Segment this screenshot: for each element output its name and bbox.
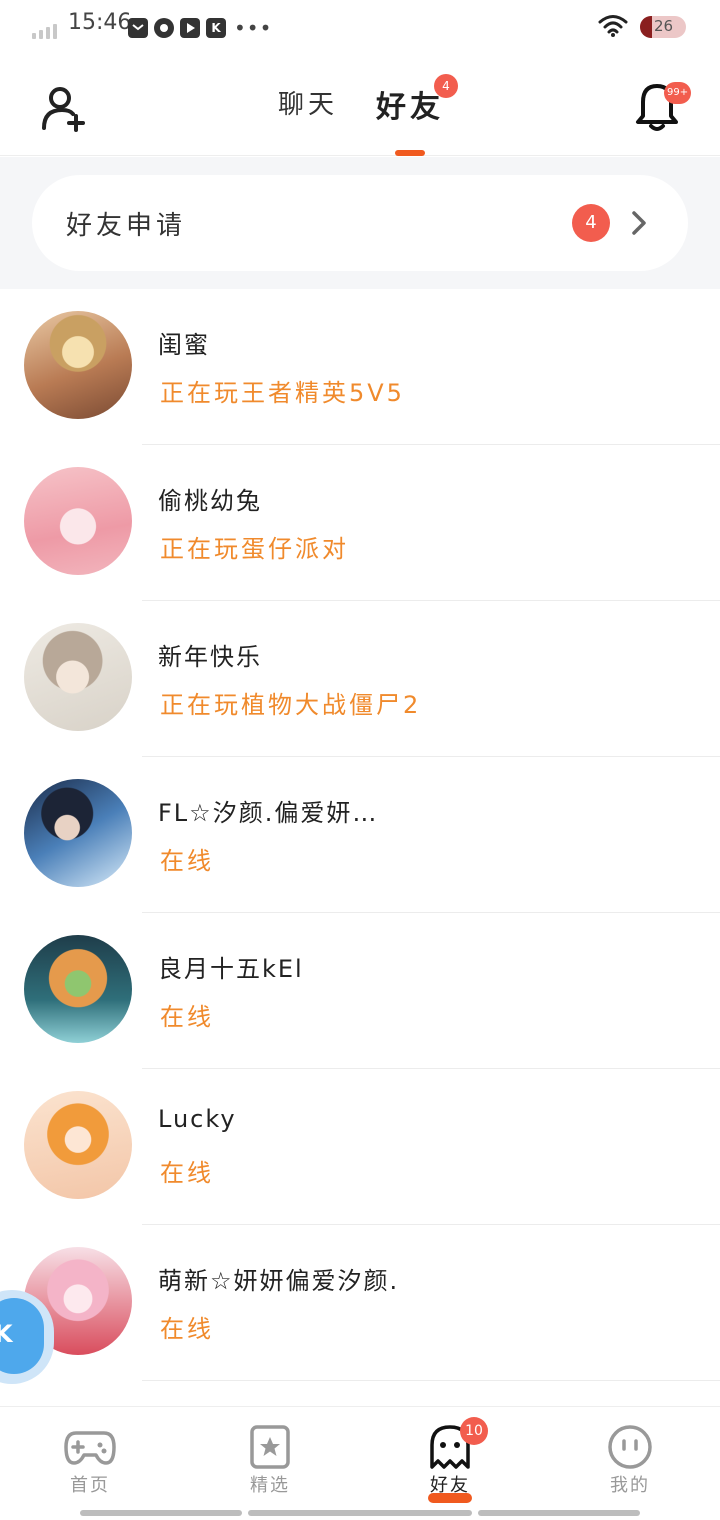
friend-name: FL☆汐颜.偏爱妍… (158, 799, 379, 827)
gesture-bar (248, 1510, 472, 1516)
tab-friends-badge: 4 (434, 74, 458, 98)
nav-item-home[interactable]: 首页 (0, 1407, 180, 1507)
divider (142, 1380, 720, 1381)
friend-request-section: 好友申请 4 (0, 157, 720, 289)
avatar[interactable] (24, 311, 132, 419)
star-icon (250, 1425, 290, 1469)
notification-badge: 99+ (664, 82, 692, 104)
friend-status: 正在玩植物大战僵尸2 (160, 691, 422, 719)
avatar[interactable] (24, 1091, 132, 1199)
add-friend-icon[interactable] (40, 84, 88, 132)
k-app-icon: K (206, 18, 226, 38)
wifi-icon (598, 15, 628, 37)
friend-name: 萌新☆妍妍偏爱汐颜. (158, 1267, 400, 1295)
battery-level: 26 (654, 17, 674, 35)
friend-name: 闺蜜 (158, 331, 210, 359)
notification-icons: K ••• (128, 16, 272, 40)
friend-status: 在线 (160, 847, 214, 875)
friend-list: 闺蜜 正在玩王者精英5V5 偷桃幼兔 正在玩蛋仔派对 新年快乐 正在玩植物大战僵… (0, 289, 720, 1381)
avatar[interactable] (24, 935, 132, 1043)
more-notifications-icon: ••• (234, 16, 273, 40)
friend-name: 偷桃幼兔 (158, 487, 262, 515)
face-icon (608, 1425, 652, 1469)
status-bar: 15:46 K ••• 26 (0, 0, 720, 54)
nav-label: 首页 (70, 1475, 110, 1496)
friend-request-label: 好友申请 (66, 211, 187, 241)
friend-status: 正在玩蛋仔派对 (160, 535, 349, 563)
gesture-bar (478, 1510, 640, 1516)
friend-row[interactable]: 新年快乐 正在玩植物大战僵尸2 (0, 601, 720, 757)
friend-row[interactable]: 良月十五kEl 在线 (0, 913, 720, 1069)
friend-request-button[interactable]: 好友申请 4 (32, 175, 688, 271)
nav-active-indicator (428, 1493, 472, 1503)
battery-icon: 26 (640, 16, 686, 38)
friend-status: 在线 (160, 1159, 214, 1187)
avatar[interactable] (24, 623, 132, 731)
gesture-bar (80, 1510, 242, 1516)
friend-row[interactable]: 闺蜜 正在玩王者精英5V5 (0, 289, 720, 445)
friend-name: 良月十五kEl (158, 955, 304, 983)
nav-label: 我的 (610, 1475, 650, 1496)
friend-request-count-badge: 4 (572, 204, 610, 242)
friend-status: 在线 (160, 1315, 214, 1343)
game-app-icon (154, 18, 174, 38)
friend-status: 在线 (160, 1003, 214, 1031)
nav-item-friends[interactable]: 10 好友 (360, 1407, 540, 1507)
avatar[interactable] (24, 779, 132, 887)
nav-item-me[interactable]: 我的 (540, 1407, 720, 1507)
friend-row[interactable]: 偷桃幼兔 正在玩蛋仔派对 (0, 445, 720, 601)
message-app-icon (128, 18, 148, 38)
tab-chat[interactable]: 聊天 (278, 84, 338, 121)
status-time: 15:46 (68, 10, 132, 35)
friend-row[interactable]: Lucky 在线 (0, 1069, 720, 1225)
video-app-icon (180, 18, 200, 38)
chevron-right-icon (632, 211, 646, 235)
nav-item-featured[interactable]: 精选 (180, 1407, 360, 1507)
signal-icon (32, 24, 57, 39)
nav-label: 精选 (250, 1475, 290, 1496)
friend-status: 正在玩王者精英5V5 (160, 379, 405, 407)
top-header: 聊天 好友 4 99+ (0, 54, 720, 156)
friend-row[interactable]: 萌新☆妍妍偏爱汐颜. 在线 (0, 1225, 720, 1381)
bottom-nav: 首页 精选 10 好友 我的 (0, 1406, 720, 1520)
active-tab-indicator (395, 150, 425, 156)
friend-name: Lucky (158, 1105, 237, 1133)
gamepad-icon (64, 1431, 116, 1465)
nav-friends-badge: 10 (460, 1417, 488, 1445)
friend-name: 新年快乐 (158, 643, 262, 671)
friend-row[interactable]: FL☆汐颜.偏爱妍… 在线 (0, 757, 720, 913)
floating-assist-icon: K (0, 1298, 44, 1374)
avatar[interactable] (24, 467, 132, 575)
